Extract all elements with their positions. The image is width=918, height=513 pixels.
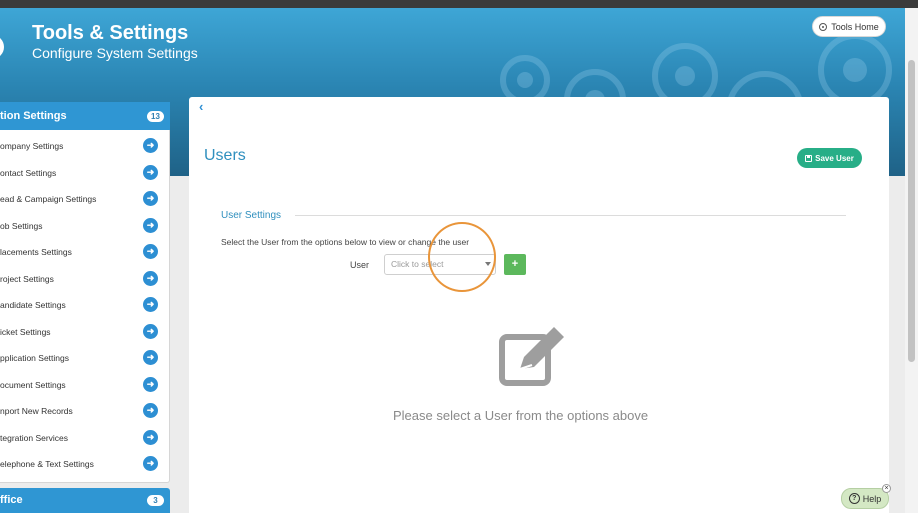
tools-home-label: Tools Home [831,21,879,32]
sidebar-item-ticket-settings[interactable]: icket Settings ➜ [0,318,168,345]
add-user-button[interactable]: + [504,254,526,275]
scrollbar-thumb[interactable] [908,60,915,362]
page-title-heading: Tools & Settings [32,22,189,44]
arrow-right-icon[interactable]: ➜ [143,164,158,180]
user-settings-heading: User Settings [221,210,282,221]
arrow-right-icon[interactable]: ➜ [143,376,158,392]
arrow-right-icon[interactable]: ➜ [143,217,158,233]
back-chevron-icon[interactable]: ‹ [199,99,203,114]
sidebar-item-document-settings[interactable]: ocument Settings ➜ [0,371,168,398]
browser-top-strip [0,0,918,8]
save-user-button[interactable]: Save User [797,148,862,168]
sidebar-item-label: tegration Services [0,432,69,443]
arrow-right-icon[interactable]: ➜ [143,138,158,153]
sidebar-item-label: andidate Settings [0,300,66,310]
sidebar-item-label: ontact Settings [0,167,57,178]
sidebar-list: ompany Settings ➜ ontact Settings ➜ ead & … [0,132,168,477]
sidebar-item-import-new-records[interactable]: nport New Records ➜ [0,397,168,424]
sidebar-item-integration-services[interactable]: tegration Services ➜ [0,424,168,451]
arrow-right-icon[interactable]: ➜ [143,297,158,312]
sidebar-item-label: lacements Settings [0,247,72,257]
sidebar-item-lead-campaign-settings[interactable]: ead & Campaign Settings ➜ [0,185,168,212]
sidebar-item-candidate-settings[interactable]: andidate Settings ➜ [0,291,168,318]
users-title: Users [204,147,246,164]
arrow-right-icon[interactable]: ➜ [143,270,158,286]
sidebar-item-label: ocument Settings [0,379,66,390]
sidebar-item-label: ob Settings [0,220,43,231]
empty-state-message: Please select a User from the options ab… [393,408,649,423]
sidebar-section-label: tion Settings [0,110,67,122]
sidebar-item-label: ompany Settings [0,141,64,151]
sidebar-item-label: pplication Settings [0,353,69,363]
main-panel [189,97,889,513]
window-scrollbar[interactable] [905,8,918,513]
sidebar-item-label: icket Settings [0,326,51,337]
arrow-right-icon[interactable]: ➜ [143,244,158,259]
sidebar-item-project-settings[interactable]: roject Settings ➜ [0,265,168,292]
sidebar-item-label: elephone & Text Settings [0,459,94,469]
click-highlight-circle [428,222,496,292]
sidebar-item-label: roject Settings [0,273,54,284]
sidebar-item-job-settings[interactable]: ob Settings ➜ [0,212,168,239]
save-user-label: Save User [815,153,854,163]
sidebar-item-application-settings[interactable]: pplication Settings ➜ [0,344,168,371]
tools-home-button[interactable]: Tools Home [812,16,886,37]
help-close-icon[interactable]: × [882,484,891,493]
sidebar-item-company-settings[interactable]: ompany Settings ➜ [0,132,168,159]
sidebar-section-count: 3 [147,495,164,506]
help-label: Help [862,493,882,504]
section-divider [295,215,846,216]
arrow-right-icon[interactable]: ➜ [143,350,158,365]
sidebar-section-header[interactable]: tion Settings 13 [0,102,170,130]
page-subtitle: Configure System Settings [32,45,198,61]
sidebar-section-count: 13 [147,111,164,122]
arrow-right-icon[interactable]: ➜ [143,456,158,471]
save-icon [805,154,813,162]
user-field-label: User [350,260,370,270]
sidebar-item-label: nport New Records [0,406,73,416]
sidebar-section-header-office[interactable]: ffice 3 [0,488,170,513]
target-icon [819,22,828,31]
arrow-right-icon[interactable]: ➜ [143,191,158,206]
sidebar-item-label: ead & Campaign Settings [0,194,97,204]
edit-icon [499,327,564,386]
sidebar-section-label: ffice [0,494,23,506]
question-icon: ? [848,493,860,504]
sidebar-item-placements-settings[interactable]: lacements Settings ➜ [0,238,168,265]
help-button[interactable]: ? Help [841,488,889,509]
sidebar-item-contact-settings[interactable]: ontact Settings ➜ [0,159,168,186]
settings-gear-icon [0,38,4,56]
sidebar-item-telephone-text-settings[interactable]: elephone & Text Settings ➜ [0,450,168,477]
arrow-right-icon[interactable]: ➜ [143,323,158,339]
arrow-right-icon[interactable]: ➜ [143,403,158,418]
arrow-right-icon[interactable]: ➜ [143,429,158,445]
